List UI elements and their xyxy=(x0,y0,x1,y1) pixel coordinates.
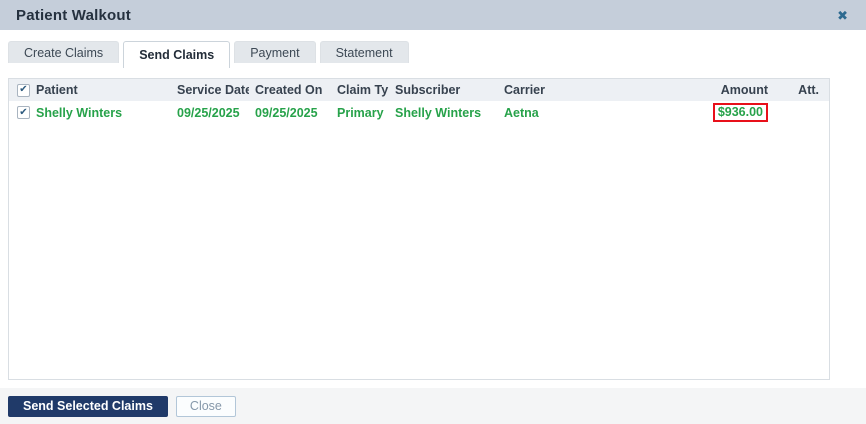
row-checkbox-cell: ✔ xyxy=(9,106,30,119)
cell-created-on: 09/25/2025 xyxy=(249,106,331,120)
column-header-claim-type: Claim Type xyxy=(331,83,389,97)
tab-payment[interactable]: Payment xyxy=(234,41,315,63)
cell-carrier: Aetna xyxy=(498,106,689,120)
tab-bar: Create Claims Send Claims Payment Statem… xyxy=(8,41,858,68)
cell-claim-type: Primary xyxy=(331,106,389,120)
amount-highlight-box: $936.00 xyxy=(713,103,768,122)
close-icon[interactable]: ✖ xyxy=(837,9,850,22)
select-all-checkbox[interactable]: ✔ xyxy=(17,84,30,97)
cell-subscriber: Shelly Winters xyxy=(389,106,498,120)
cell-patient: Shelly Winters xyxy=(30,106,171,120)
column-header-subscriber: Subscriber xyxy=(389,83,498,97)
column-header-carrier: Carrier xyxy=(498,83,689,97)
column-header-service-date: Service Date xyxy=(171,83,249,97)
column-header-patient: Patient xyxy=(30,83,171,97)
header-checkbox-cell: ✔ xyxy=(9,84,30,97)
column-header-att: Att. xyxy=(774,83,829,97)
column-header-created-on: Created On xyxy=(249,83,331,97)
claims-table: ✔ Patient Service Date Created On Claim … xyxy=(8,78,830,380)
close-button[interactable]: Close xyxy=(176,396,236,417)
tab-statement[interactable]: Statement xyxy=(320,41,409,63)
cell-service-date: 09/25/2025 xyxy=(171,106,249,120)
tab-send-claims[interactable]: Send Claims xyxy=(123,41,230,68)
dialog-footer: Send Selected Claims Close xyxy=(0,388,866,424)
dialog-titlebar: Patient Walkout ✖ xyxy=(0,0,866,30)
table-header-row: ✔ Patient Service Date Created On Claim … xyxy=(9,79,829,101)
send-selected-claims-button[interactable]: Send Selected Claims xyxy=(8,396,168,417)
column-header-amount: Amount xyxy=(689,83,774,97)
dialog-title: Patient Walkout xyxy=(16,7,131,24)
cell-amount: $936.00 xyxy=(689,103,774,122)
row-checkbox[interactable]: ✔ xyxy=(17,106,30,119)
table-row[interactable]: ✔ Shelly Winters 09/25/2025 09/25/2025 P… xyxy=(9,101,829,124)
tab-create-claims[interactable]: Create Claims xyxy=(8,41,119,63)
